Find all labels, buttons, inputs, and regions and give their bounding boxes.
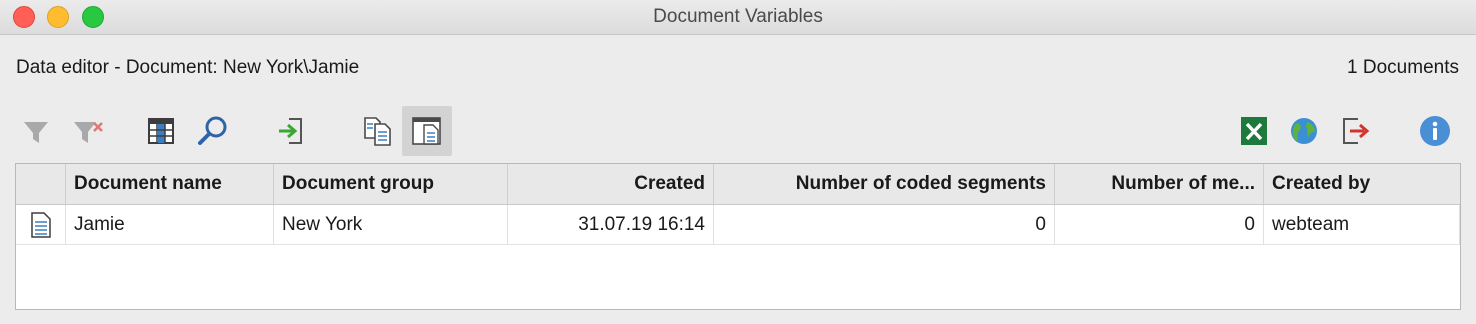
export-button[interactable] [1331,106,1381,156]
document-list-button[interactable] [353,106,403,156]
document-variables-window: Document Variables Data editor - Documen… [0,0,1476,324]
filter-icon [24,122,48,143]
cell-document-group[interactable]: New York [274,205,508,244]
html-export-button[interactable] [1279,106,1329,156]
import-button[interactable] [266,106,316,156]
document-window-icon [412,117,441,145]
export-icon [1343,118,1370,144]
document-icon [30,211,51,238]
column-header-document-group[interactable]: Document group [274,164,508,204]
cell-document-name[interactable]: Jamie [66,205,274,244]
document-count: 1 Documents [1347,57,1459,78]
columns-icon [148,118,174,144]
document-variables-table: Document name Document group Created Num… [15,163,1461,310]
search-icon [198,116,227,145]
cell-created[interactable]: 31.07.19 16:14 [508,205,714,244]
info-icon [1420,116,1450,146]
table-row[interactable]: Jamie New York 31.07.19 16:14 0 0 webtea… [16,205,1460,245]
cell-created-by[interactable]: webteam [1264,205,1460,244]
import-icon [279,118,302,144]
globe-icon [1291,118,1317,144]
columns-button[interactable] [136,106,186,156]
search-button[interactable] [188,106,238,156]
table-header: Document name Document group Created Num… [16,164,1460,205]
column-header-coded-segments[interactable]: Number of coded segments [714,164,1055,204]
cell-number-of-memos[interactable]: 0 [1055,205,1264,244]
excel-export-button[interactable] [1229,106,1279,156]
column-header-number-of-memos[interactable]: Number of me... [1055,164,1264,204]
document-window-button[interactable] [402,106,452,156]
column-header-created-by[interactable]: Created by [1264,164,1460,204]
info-button[interactable] [1410,106,1460,156]
column-header-created[interactable]: Created [508,164,714,204]
row-icon-cell [16,205,66,244]
remove-filter-icon [74,122,103,143]
column-header-icon[interactable] [16,164,66,204]
title-bar: Document Variables [0,0,1476,35]
filter-button[interactable] [11,106,61,156]
remove-filter-button[interactable] [63,106,113,156]
excel-export-icon [1241,117,1267,145]
editor-context-label: Data editor - Document: New York\Jamie [16,57,360,78]
column-header-document-name[interactable]: Document name [66,164,274,204]
document-list-icon [364,117,391,146]
window-title: Document Variables [653,6,823,27]
cell-coded-segments[interactable]: 0 [714,205,1055,244]
